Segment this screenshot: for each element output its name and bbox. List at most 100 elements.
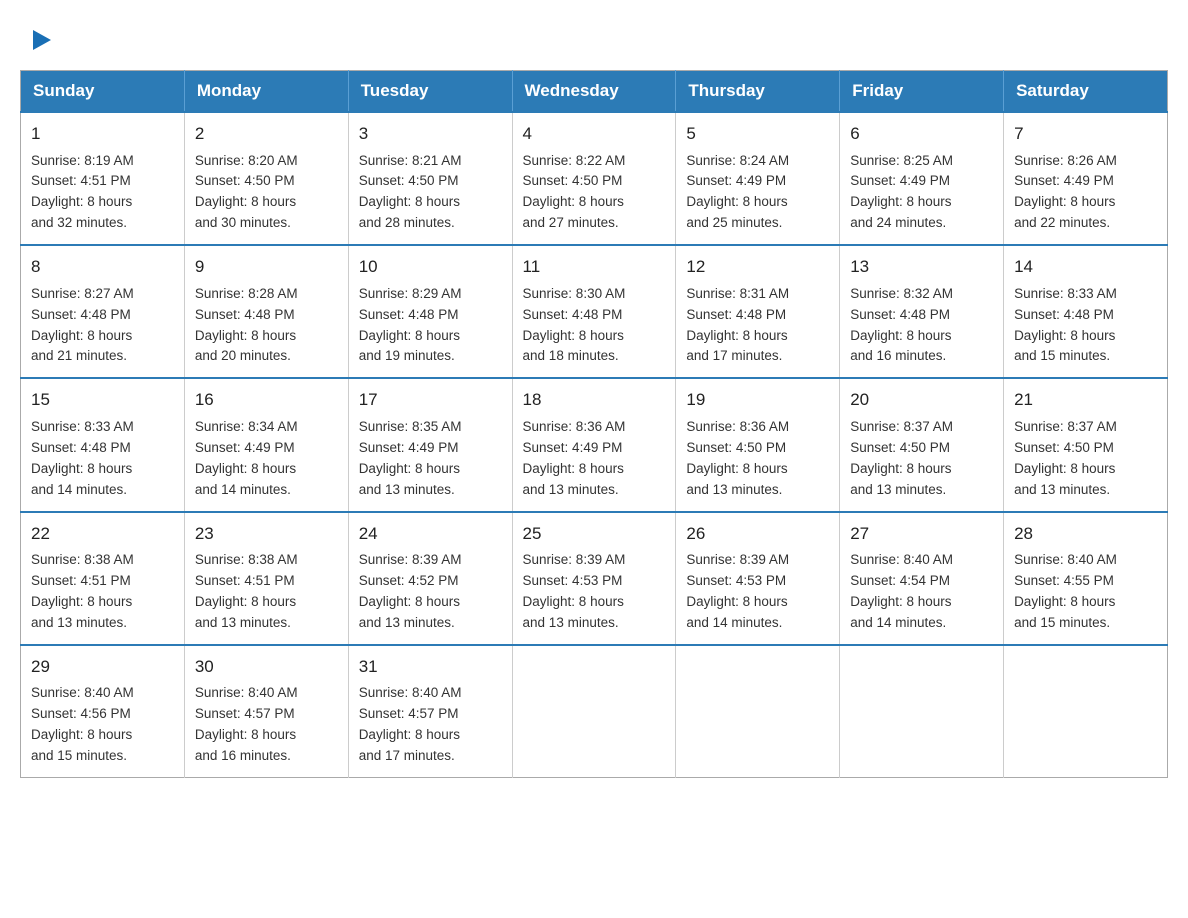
day-number: 10 xyxy=(359,254,502,280)
calendar-week-3: 15 Sunrise: 8:33 AMSunset: 4:48 PMDayligh… xyxy=(21,378,1168,511)
day-number: 5 xyxy=(686,121,829,147)
calendar-body: 1 Sunrise: 8:19 AMSunset: 4:51 PMDaylight… xyxy=(21,112,1168,777)
day-info: Sunrise: 8:35 AMSunset: 4:49 PMDaylight:… xyxy=(359,417,502,501)
day-info: Sunrise: 8:38 AMSunset: 4:51 PMDaylight:… xyxy=(195,550,338,634)
day-number: 27 xyxy=(850,521,993,547)
day-info: Sunrise: 8:30 AMSunset: 4:48 PMDaylight:… xyxy=(523,284,666,368)
day-number: 25 xyxy=(523,521,666,547)
calendar-cell: 3 Sunrise: 8:21 AMSunset: 4:50 PMDaylight… xyxy=(348,112,512,245)
calendar-cell xyxy=(512,645,676,778)
day-number: 22 xyxy=(31,521,174,547)
day-number: 16 xyxy=(195,387,338,413)
logo xyxy=(30,30,51,50)
day-number: 17 xyxy=(359,387,502,413)
day-number: 20 xyxy=(850,387,993,413)
calendar-cell: 26Sunrise: 8:39 AMSunset: 4:53 PMDayligh… xyxy=(676,512,840,645)
day-number: 15 xyxy=(31,387,174,413)
calendar-cell: 5Sunrise: 8:24 AMSunset: 4:49 PMDaylight… xyxy=(676,112,840,245)
day-number: 18 xyxy=(523,387,666,413)
day-info: Sunrise: 8:20 AMSunset: 4:50 PMDaylight:… xyxy=(195,151,338,235)
calendar-cell: 18 Sunrise: 8:36 AMSunset: 4:49 PMDayligh… xyxy=(512,378,676,511)
day-of-week-saturday: Saturday xyxy=(1004,71,1168,113)
day-number: 6 xyxy=(850,121,993,147)
day-number: 3 xyxy=(359,121,502,147)
calendar-cell: 13Sunrise: 8:32 AMSunset: 4:48 PMDayligh… xyxy=(840,245,1004,378)
calendar-cell: 31 Sunrise: 8:40 AMSunset: 4:57 PMDayligh… xyxy=(348,645,512,778)
calendar-cell: 19Sunrise: 8:36 AMSunset: 4:50 PMDayligh… xyxy=(676,378,840,511)
calendar-cell xyxy=(1004,645,1168,778)
day-info: Sunrise: 8:37 AMSunset: 4:50 PMDaylight:… xyxy=(1014,417,1157,501)
day-number: 7 xyxy=(1014,121,1157,147)
day-info: Sunrise: 8:37 AMSunset: 4:50 PMDaylight:… xyxy=(850,417,993,501)
day-info: Sunrise: 8:19 AMSunset: 4:51 PMDaylight:… xyxy=(31,151,174,235)
day-info: Sunrise: 8:21 AMSunset: 4:50 PMDaylight:… xyxy=(359,151,502,235)
day-of-week-friday: Friday xyxy=(840,71,1004,113)
day-info: Sunrise: 8:39 AMSunset: 4:52 PMDaylight:… xyxy=(359,550,502,634)
calendar-cell: 28 Sunrise: 8:40 AMSunset: 4:55 PMDayligh… xyxy=(1004,512,1168,645)
calendar-cell: 25 Sunrise: 8:39 AMSunset: 4:53 PMDayligh… xyxy=(512,512,676,645)
day-info: Sunrise: 8:36 AMSunset: 4:50 PMDaylight:… xyxy=(686,417,829,501)
day-number: 2 xyxy=(195,121,338,147)
calendar-cell: 27 Sunrise: 8:40 AMSunset: 4:54 PMDayligh… xyxy=(840,512,1004,645)
day-info: Sunrise: 8:22 AMSunset: 4:50 PMDaylight:… xyxy=(523,151,666,235)
day-info: Sunrise: 8:26 AMSunset: 4:49 PMDaylight:… xyxy=(1014,151,1157,235)
calendar-cell: 12Sunrise: 8:31 AMSunset: 4:48 PMDayligh… xyxy=(676,245,840,378)
calendar-table: SundayMondayTuesdayWednesdayThursdayFrid… xyxy=(20,70,1168,778)
day-info: Sunrise: 8:40 AMSunset: 4:57 PMDaylight:… xyxy=(195,683,338,767)
day-info: Sunrise: 8:29 AMSunset: 4:48 PMDaylight:… xyxy=(359,284,502,368)
calendar-cell: 14 Sunrise: 8:33 AMSunset: 4:48 PMDayligh… xyxy=(1004,245,1168,378)
calendar-cell: 30Sunrise: 8:40 AMSunset: 4:57 PMDayligh… xyxy=(184,645,348,778)
day-info: Sunrise: 8:40 AMSunset: 4:54 PMDaylight:… xyxy=(850,550,993,634)
calendar-cell: 22 Sunrise: 8:38 AMSunset: 4:51 PMDayligh… xyxy=(21,512,185,645)
day-info: Sunrise: 8:33 AMSunset: 4:48 PMDaylight:… xyxy=(1014,284,1157,368)
day-number: 29 xyxy=(31,654,174,680)
calendar-cell: 4 Sunrise: 8:22 AMSunset: 4:50 PMDaylight… xyxy=(512,112,676,245)
calendar-cell: 20 Sunrise: 8:37 AMSunset: 4:50 PMDayligh… xyxy=(840,378,1004,511)
calendar-week-2: 8Sunrise: 8:27 AMSunset: 4:48 PMDaylight… xyxy=(21,245,1168,378)
day-number: 1 xyxy=(31,121,174,147)
calendar-cell: 15 Sunrise: 8:33 AMSunset: 4:48 PMDayligh… xyxy=(21,378,185,511)
calendar-cell: 17 Sunrise: 8:35 AMSunset: 4:49 PMDayligh… xyxy=(348,378,512,511)
day-of-week-tuesday: Tuesday xyxy=(348,71,512,113)
day-info: Sunrise: 8:34 AMSunset: 4:49 PMDaylight:… xyxy=(195,417,338,501)
day-of-week-monday: Monday xyxy=(184,71,348,113)
calendar-header: SundayMondayTuesdayWednesdayThursdayFrid… xyxy=(21,71,1168,113)
day-number: 31 xyxy=(359,654,502,680)
calendar-week-5: 29 Sunrise: 8:40 AMSunset: 4:56 PMDayligh… xyxy=(21,645,1168,778)
calendar-cell: 6 Sunrise: 8:25 AMSunset: 4:49 PMDaylight… xyxy=(840,112,1004,245)
day-info: Sunrise: 8:40 AMSunset: 4:57 PMDaylight:… xyxy=(359,683,502,767)
day-info: Sunrise: 8:28 AMSunset: 4:48 PMDaylight:… xyxy=(195,284,338,368)
logo-arrow-icon xyxy=(33,30,51,50)
calendar-cell: 16 Sunrise: 8:34 AMSunset: 4:49 PMDayligh… xyxy=(184,378,348,511)
calendar-week-4: 22 Sunrise: 8:38 AMSunset: 4:51 PMDayligh… xyxy=(21,512,1168,645)
day-info: Sunrise: 8:25 AMSunset: 4:49 PMDaylight:… xyxy=(850,151,993,235)
day-number: 14 xyxy=(1014,254,1157,280)
day-of-week-thursday: Thursday xyxy=(676,71,840,113)
day-number: 28 xyxy=(1014,521,1157,547)
day-number: 13 xyxy=(850,254,993,280)
calendar-cell: 21 Sunrise: 8:37 AMSunset: 4:50 PMDayligh… xyxy=(1004,378,1168,511)
calendar-cell xyxy=(676,645,840,778)
calendar-cell: 2 Sunrise: 8:20 AMSunset: 4:50 PMDaylight… xyxy=(184,112,348,245)
day-info: Sunrise: 8:33 AMSunset: 4:48 PMDaylight:… xyxy=(31,417,174,501)
calendar-cell: 7 Sunrise: 8:26 AMSunset: 4:49 PMDaylight… xyxy=(1004,112,1168,245)
day-info: Sunrise: 8:38 AMSunset: 4:51 PMDaylight:… xyxy=(31,550,174,634)
calendar-cell: 1 Sunrise: 8:19 AMSunset: 4:51 PMDaylight… xyxy=(21,112,185,245)
day-info: Sunrise: 8:31 AMSunset: 4:48 PMDaylight:… xyxy=(686,284,829,368)
day-number: 24 xyxy=(359,521,502,547)
day-info: Sunrise: 8:39 AMSunset: 4:53 PMDaylight:… xyxy=(523,550,666,634)
calendar-week-1: 1 Sunrise: 8:19 AMSunset: 4:51 PMDaylight… xyxy=(21,112,1168,245)
day-info: Sunrise: 8:27 AMSunset: 4:48 PMDaylight:… xyxy=(31,284,174,368)
calendar-cell xyxy=(840,645,1004,778)
day-number: 26 xyxy=(686,521,829,547)
day-number: 21 xyxy=(1014,387,1157,413)
day-info: Sunrise: 8:40 AMSunset: 4:56 PMDaylight:… xyxy=(31,683,174,767)
day-of-week-sunday: Sunday xyxy=(21,71,185,113)
page-header xyxy=(20,20,1168,50)
day-info: Sunrise: 8:36 AMSunset: 4:49 PMDaylight:… xyxy=(523,417,666,501)
calendar-cell: 23 Sunrise: 8:38 AMSunset: 4:51 PMDayligh… xyxy=(184,512,348,645)
calendar-cell: 9Sunrise: 8:28 AMSunset: 4:48 PMDaylight… xyxy=(184,245,348,378)
day-number: 4 xyxy=(523,121,666,147)
day-info: Sunrise: 8:40 AMSunset: 4:55 PMDaylight:… xyxy=(1014,550,1157,634)
day-number: 23 xyxy=(195,521,338,547)
